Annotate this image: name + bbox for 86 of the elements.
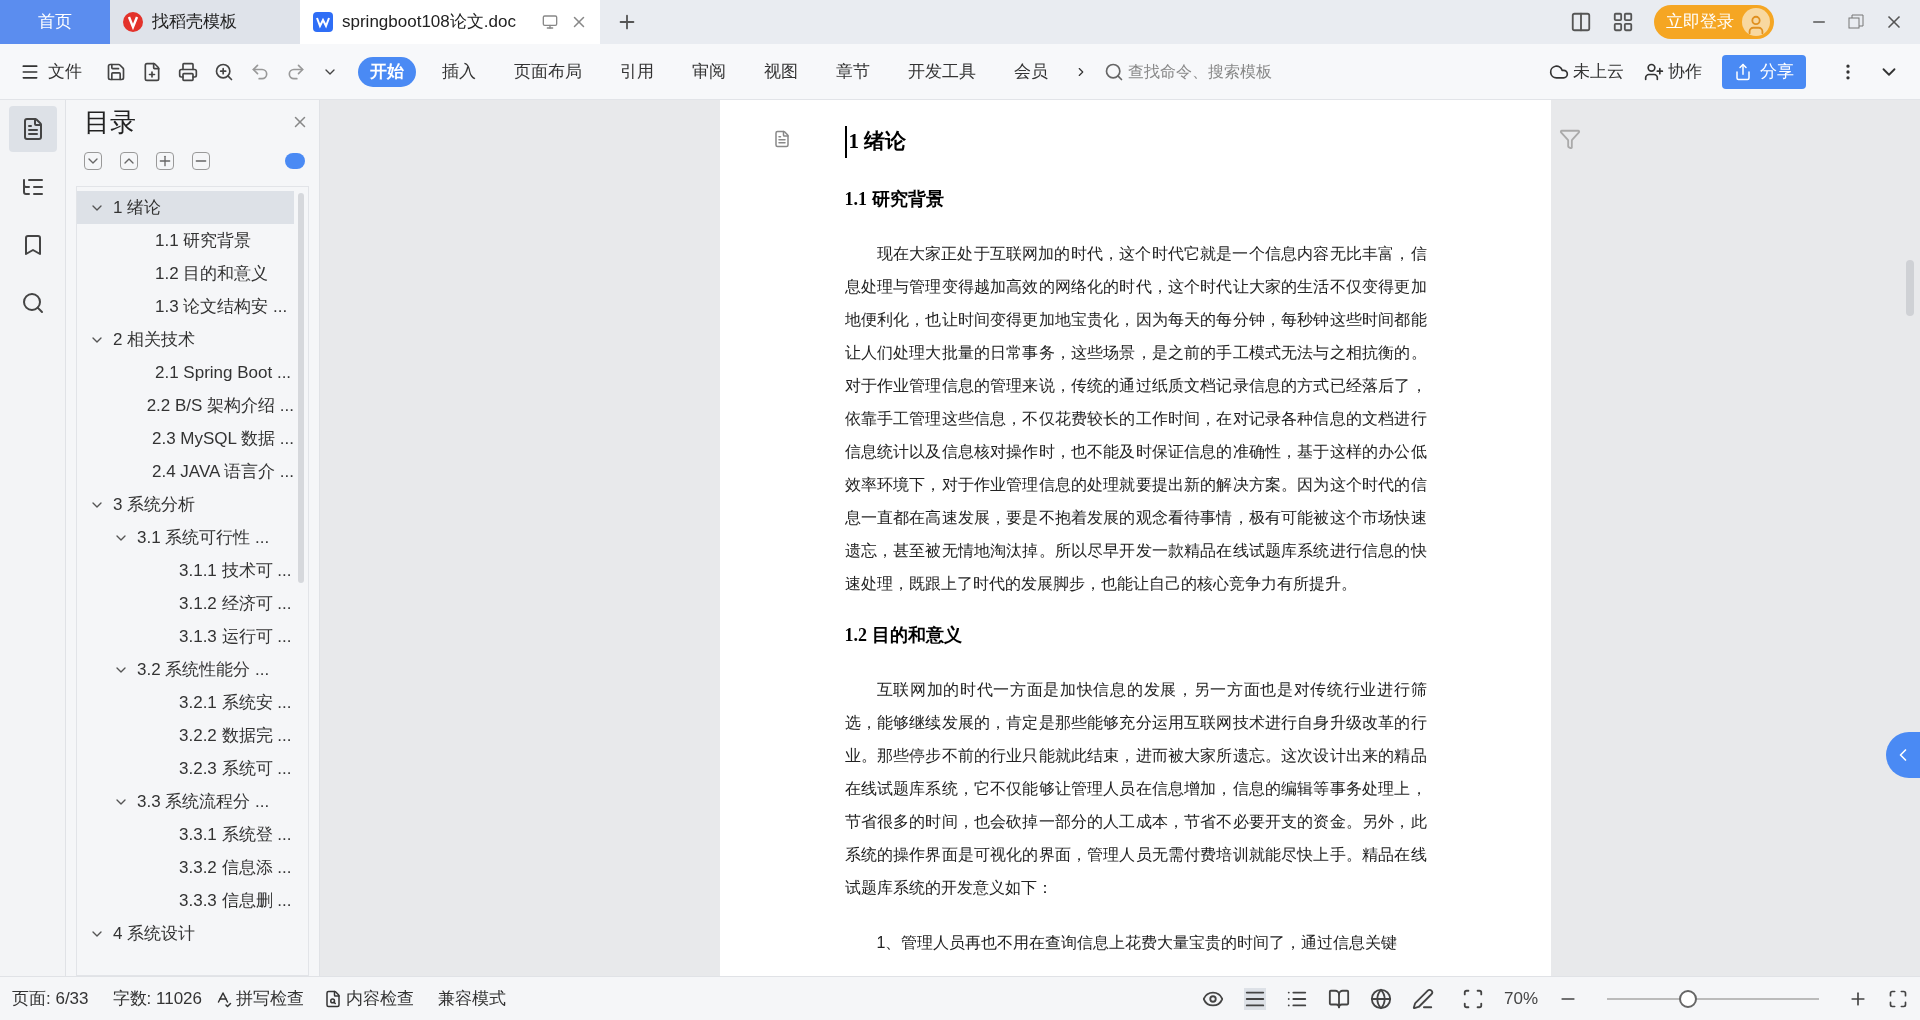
paragraph: 互联网加的时代一方面是加快信息的发展，另一方面也是对传统行业进行筛选，能够继续发展的，肯定是那些能够充分运用互联网技术进行自身升级改革的行业。那些停步不前的行业只能就此结束，进而被大家所遗忘。这次设计出来的精品在线试题库系统，它不仅能够让管理人员在信息增加，信息的编辑等事务处理上，节省很多的时间，也会砍掉一部分的人工成本，节省不必要开支的资金。另外，此系统的操作界面是可视化的界面，管理人员无需付费培训就能尽快上手。精品在线试题库系统的开发意义如下： (844, 679, 1427, 898)
document-list-icon[interactable] (8, 106, 57, 152)
zoom-slider-thumb[interactable] (1678, 989, 1697, 1008)
toc-item[interactable]: 2.3 MySQL 数据 ... (77, 422, 294, 455)
subheading: 1.1 研究背景 (844, 187, 945, 211)
monitor-icon[interactable] (542, 14, 558, 30)
tab-label: 首页 (38, 11, 72, 34)
paragraph: 1、管理人员再也不用在查询信息上花费大量宝贵的时间了，通过信息关键 (875, 932, 1399, 953)
add-user-icon (1644, 61, 1664, 82)
pen-icon[interactable] (1411, 987, 1434, 1010)
toc-item[interactable]: 3.3.3 信息删 ... (77, 884, 294, 917)
vertical-scrollbar[interactable] (1906, 260, 1914, 316)
document-search-icon (324, 989, 342, 1008)
toc-item[interactable]: 3.1 系统可行性 ... (77, 521, 294, 554)
toc-item[interactable]: 3 系统分析 (77, 488, 294, 521)
undo-icon[interactable] (250, 61, 270, 82)
collapse-all-icon[interactable] (120, 152, 138, 170)
zoom-level-button[interactable]: 70% (1503, 985, 1538, 1012)
add-icon[interactable] (156, 152, 174, 170)
subheading: 1.2 目的和意义 (844, 623, 963, 647)
paragraph: 现在大家正处于互联网加的时代，这个时代它就是一个信息内容无比丰富，信息处理与管理变得越加高效的网络化的时代，这个时代让大家的生活不仅变得更加地便利化，也让时间变得更加地宝贵化，因为每天的每分钟，每秒钟这些时间都能让人们处理大批量的日常事务，这些场景，是之前的手工模式无法与之相抗衡的。对于作业管理信息的管理来说，传统的通过纸质文档记录信息的方式已经落后了，依靠手工管理这些信息，不仅花费较长的工作时间，在对记录各种信息的文档进行信息统计以及信息核对操作时，也不能及时保证信息的准确性，基于这样的办公低效率环境下，对于作业管理信息的处理就要提出新的解决方案。因为这个时代的信息一直都在高速发展，要是不抱着发展的观念看待事情，极有可能被这个市场快速遗忘，甚至被无情地淘汰掉。所以尽早开发一款精品在线试题库系统进行信息的快速处理，既跟上了时代的发展脚步，也能让自己的核心竞争力有所提升。 (844, 243, 1427, 594)
toc-item[interactable]: 2.1 Spring Boot ... (77, 356, 294, 389)
toc-item[interactable]: 3.1.1 技术可 ... (77, 554, 294, 587)
ribbon-tab[interactable]: 开发工具 (896, 56, 988, 87)
toc-item[interactable]: 4 系统设计 (77, 917, 294, 950)
redo-icon[interactable] (286, 61, 306, 82)
document-tab[interactable]: 找稻壳模板 (110, 0, 300, 44)
app-logo-icon (122, 11, 144, 33)
toc-item[interactable]: 3.2.2 数据完 ... (77, 719, 294, 752)
heading: 1 绪论 (844, 126, 1427, 158)
search-icon (1104, 61, 1124, 82)
file-menu-button[interactable]: 文件 (20, 58, 82, 85)
expand-all-icon[interactable] (84, 152, 102, 170)
ribbon-tab[interactable]: 引用 (608, 56, 666, 87)
toc-item[interactable]: 3.2.3 系统可 ... (77, 752, 294, 785)
avatar-icon (1742, 8, 1770, 36)
collaborate-button[interactable]: 协作 (1644, 58, 1702, 85)
toc-item[interactable]: 1.2 目的和意义 (77, 257, 294, 290)
toc-item[interactable]: 2.2 B/S 架构介绍 ... (77, 389, 294, 422)
reading-view-icon[interactable] (1327, 987, 1350, 1010)
scrollbar[interactable] (298, 193, 304, 583)
search-field[interactable]: 查找命令、搜索模板 (1104, 59, 1304, 84)
ribbon-tab[interactable]: 会员 (1002, 56, 1060, 87)
word-count[interactable]: 字数: 11026 (112, 985, 202, 1012)
document-logo-icon (312, 11, 334, 33)
page-count[interactable]: 页面: 6/33 (12, 985, 89, 1012)
toc-item[interactable]: 2 相关技术 (77, 323, 294, 356)
toc-item[interactable]: 1.1 研究背景 (77, 224, 294, 257)
save-icon[interactable] (106, 61, 126, 82)
page-view-icon[interactable] (1243, 987, 1266, 1010)
document-icon[interactable] (773, 130, 791, 148)
document-tab[interactable]: springboot108论文.doc (300, 0, 600, 44)
toc-item[interactable]: 3.2 系统性能分 ... (77, 653, 294, 686)
ribbon-tab[interactable]: 审阅 (680, 56, 738, 87)
share-icon (1734, 62, 1752, 81)
toc-item[interactable]: 3.3.1 系统登 ... (77, 818, 294, 851)
toc-item[interactable]: 3.1.3 运行可 ... (77, 620, 294, 653)
toc-item[interactable]: 3.1.2 经济可 ... (77, 587, 294, 620)
tab-label: springboot108论文.doc (342, 11, 516, 34)
layout-icon[interactable] (1570, 11, 1592, 33)
export-icon[interactable] (142, 61, 162, 82)
print-icon[interactable] (178, 61, 198, 82)
fullscreen-icon[interactable] (1888, 988, 1908, 1009)
toc-item[interactable]: 1.3 论文结构安 ... (77, 290, 294, 323)
compat-mode: 兼容模式 (438, 987, 506, 1010)
toc-item[interactable]: 3.2.1 系统安 ... (77, 686, 294, 719)
remove-icon[interactable] (192, 152, 210, 170)
restore-icon[interactable] (1848, 14, 1864, 30)
toc-item[interactable]: 3.3.2 信息添 ... (77, 851, 294, 884)
toc-item[interactable]: 3.3 系统流程分 ... (77, 785, 294, 818)
fit-page-icon[interactable] (1461, 987, 1484, 1010)
ribbon-tab[interactable]: 插入 (430, 56, 488, 87)
toc-item[interactable]: 2.4 JAVA 语言介 ... (77, 455, 294, 488)
ribbon-tab[interactable]: 页面布局 (502, 56, 594, 87)
ribbon-tab[interactable]: 视图 (752, 56, 810, 87)
toc-item[interactable]: 1 绪论 (77, 191, 294, 224)
side-collapse-button[interactable] (1886, 732, 1920, 778)
print-preview-icon[interactable] (214, 61, 234, 82)
grid-icon[interactable] (1612, 11, 1634, 33)
cloud-button[interactable]: 未上云 (1549, 58, 1624, 85)
tab-label: 找稻壳模板 (152, 11, 237, 34)
ribbon-tab[interactable]: 章节 (824, 56, 882, 87)
content-check-button[interactable]: 内容检查 (324, 985, 414, 1012)
spell-check-button[interactable]: 拼写检查 (214, 985, 304, 1012)
web-view-icon[interactable] (1369, 987, 1392, 1010)
panel-title: 目录 (84, 105, 136, 139)
